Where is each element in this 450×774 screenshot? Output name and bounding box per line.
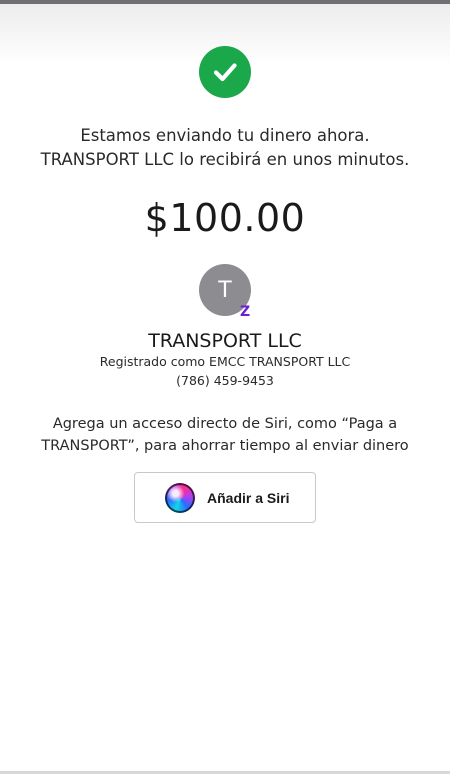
confirmation-line-2: TRANSPORT LLC lo recibirá en unos minuto… xyxy=(40,150,410,169)
add-to-siri-button[interactable]: Añadir a Siri xyxy=(134,472,316,523)
zelle-badge-letter: Z xyxy=(240,304,251,320)
registered-as: Registrado como EMCC TRANSPORT LLC xyxy=(99,354,351,369)
zelle-badge-icon: Z xyxy=(240,304,250,320)
amount-sent: $100.00 xyxy=(144,196,306,240)
recipient-name: TRANSPORT LLC xyxy=(148,330,302,352)
siri-shortcut-note: Agrega un acceso directo de Siri, como “… xyxy=(0,413,450,457)
avatar-initial: T xyxy=(218,277,232,303)
recipient-phone: (786) 459-9453 xyxy=(176,373,274,388)
add-to-siri-label: Añadir a Siri xyxy=(207,489,290,506)
siri-icon xyxy=(165,482,195,513)
check-circle-icon xyxy=(199,46,251,98)
confirmation-line-1: Estamos enviando tu dinero ahora. xyxy=(80,126,370,145)
siri-note-line-1: Agrega un acceso directo de Siri, como “… xyxy=(52,416,398,432)
confirmation-message: Estamos enviando tu dinero ahora. TRANSP… xyxy=(0,124,450,172)
siri-note-line-2: TRANSPORT”, para ahorrar tiempo al envia… xyxy=(41,438,409,454)
